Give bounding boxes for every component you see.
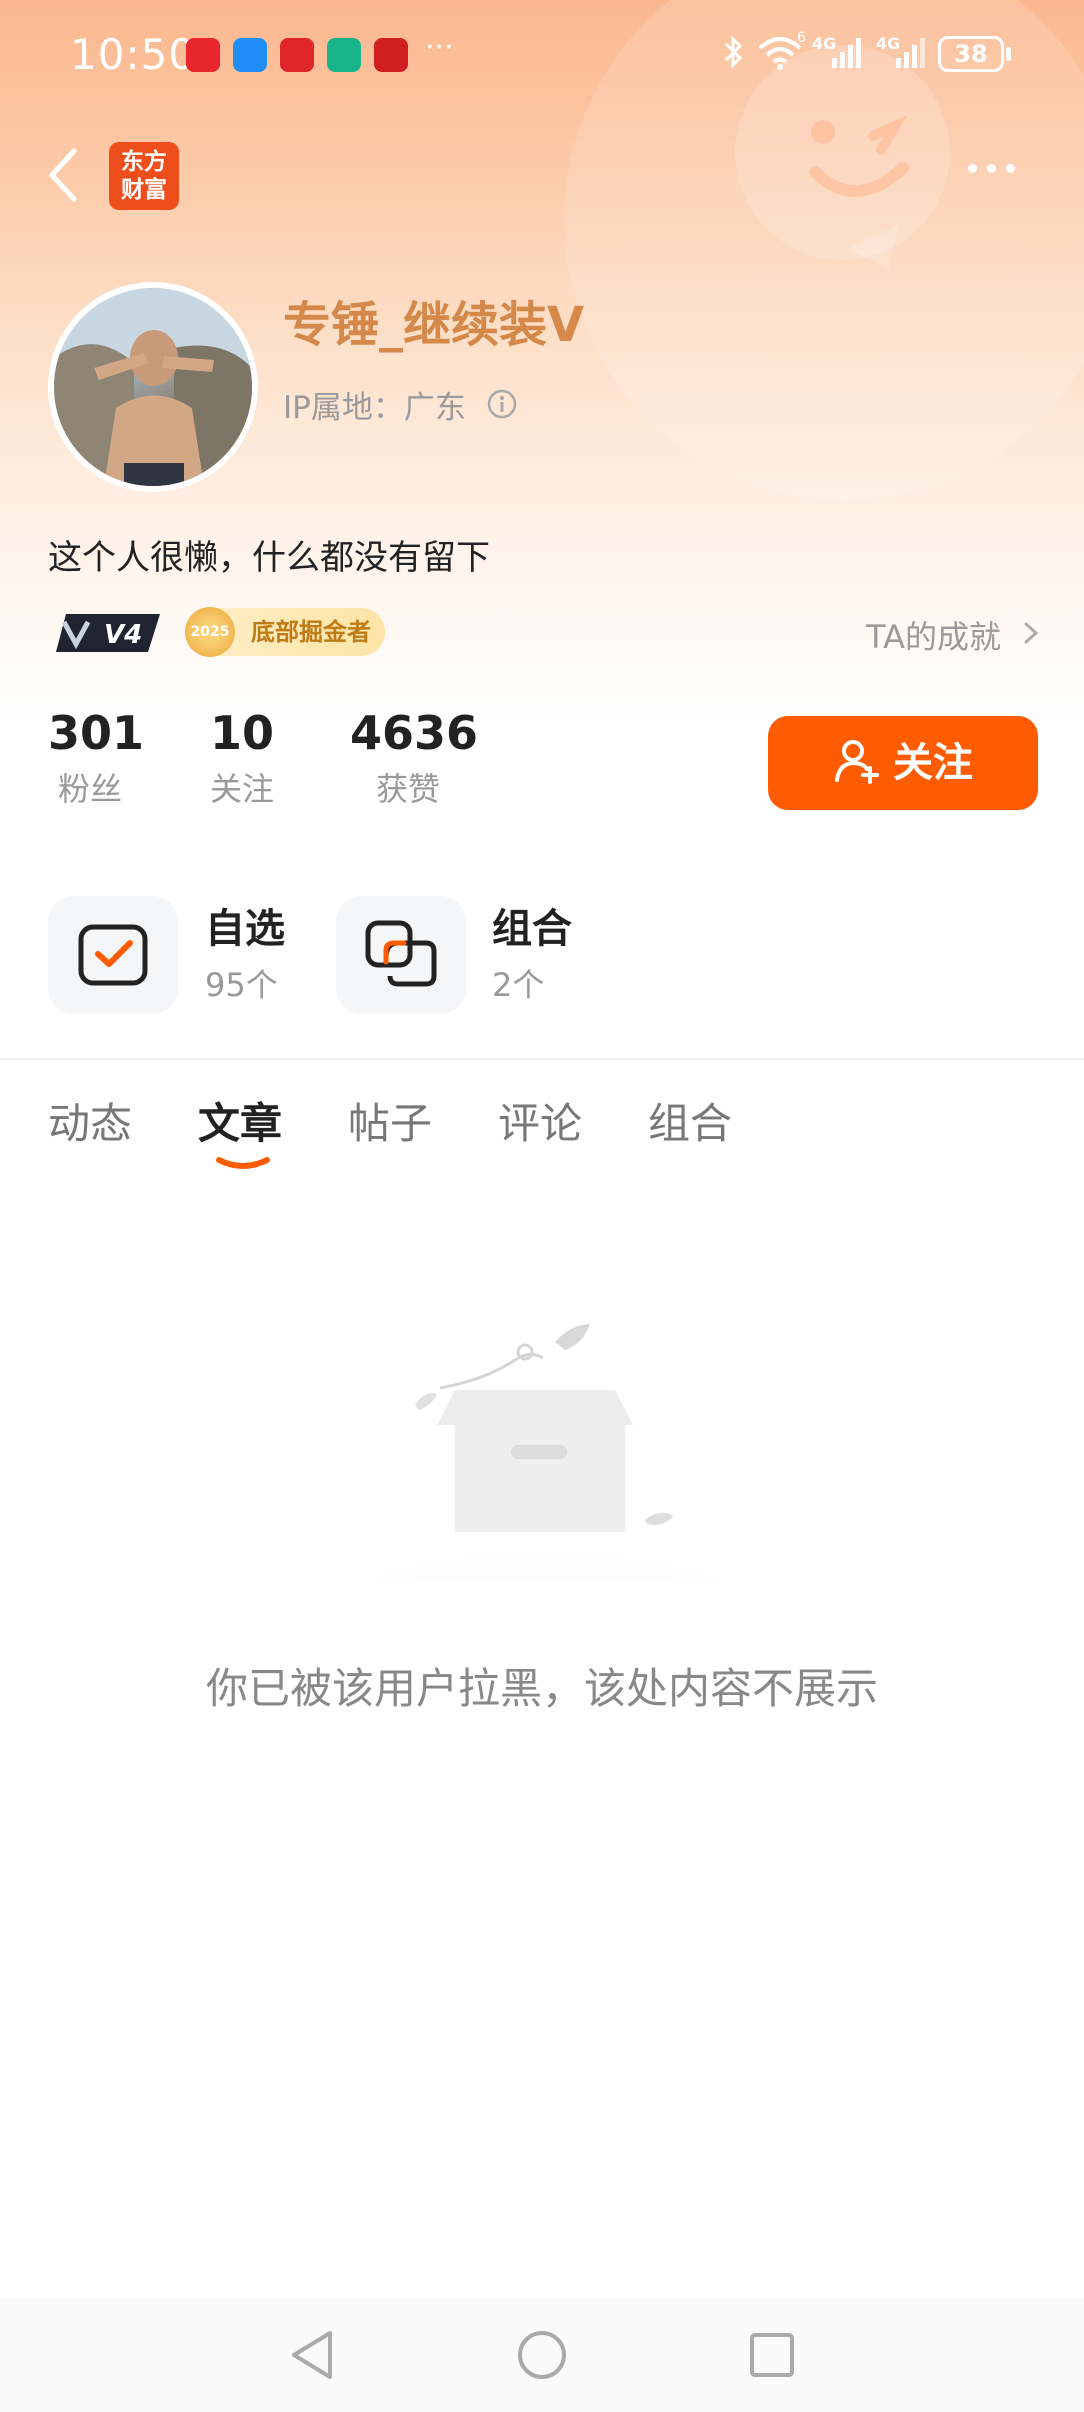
achievement-link[interactable]: TA的成就	[866, 612, 1001, 658]
notification-app-icon	[280, 38, 314, 72]
medal-icon: 2025	[185, 607, 235, 657]
more-dot	[987, 164, 996, 173]
status-bar: 10:50 ··· 6 4G 4G 38	[0, 0, 1084, 110]
nav-home-icon[interactable]	[512, 2325, 572, 2385]
notification-message-icon	[233, 38, 267, 72]
logo-text-top: 东方	[121, 149, 167, 175]
status-time: 10:50	[70, 30, 197, 79]
level-badge[interactable]: V4	[52, 610, 164, 656]
more-options-button[interactable]	[968, 158, 1038, 188]
stat-value: 10	[209, 706, 274, 760]
tab-posts[interactable]: 帖子	[348, 1090, 432, 1151]
portfolio-count: 2个	[492, 966, 545, 1004]
stat-likes[interactable]: 4636 获赞	[350, 705, 479, 813]
signal-icon	[832, 38, 861, 68]
bluetooth-icon	[724, 35, 743, 69]
info-icon[interactable]	[486, 388, 518, 420]
watchlist-tile[interactable]	[48, 896, 178, 1014]
portfolio-icon	[365, 920, 437, 987]
tab-portfolio[interactable]: 组合	[648, 1090, 732, 1151]
notification-app-icon	[186, 38, 220, 72]
battery-level: 38	[954, 40, 988, 68]
more-dot	[1006, 164, 1015, 173]
stat-label: 获赞	[375, 770, 440, 808]
honor-badge-label: 底部掘金者	[251, 618, 371, 646]
portfolio-title[interactable]: 组合	[492, 896, 572, 954]
app-logo: 东方 财富	[109, 142, 179, 210]
watchlist-title[interactable]: 自选	[205, 896, 285, 954]
notification-more: ···	[425, 30, 454, 65]
back-button[interactable]	[44, 145, 84, 205]
stat-label: 粉丝	[57, 770, 122, 808]
section-divider	[0, 1058, 1084, 1060]
battery-icon: 38	[938, 36, 1004, 72]
signal-icon	[896, 38, 925, 68]
battery-tip	[1006, 47, 1011, 61]
stat-value: 301	[48, 706, 145, 760]
nav-back-icon[interactable]	[282, 2325, 342, 2385]
tab-articles[interactable]: 文章	[198, 1090, 282, 1151]
level-badge-text: V4	[104, 620, 142, 650]
logo-text-bottom: 财富	[121, 177, 167, 203]
empty-box-illustration	[315, 1324, 775, 1580]
bio-text: 这个人很懒，什么都没有留下	[48, 538, 490, 578]
tab-dynamics[interactable]: 动态	[48, 1090, 132, 1151]
stat-fans[interactable]: 301 粉丝	[48, 705, 145, 813]
watchlist-icon	[78, 924, 148, 986]
add-user-icon	[835, 740, 879, 784]
ip-location: IP属地：广东	[283, 390, 466, 426]
more-dot	[968, 164, 977, 173]
avatar[interactable]	[48, 282, 258, 492]
stat-value: 4636	[350, 706, 479, 760]
notification-app-icon	[327, 38, 361, 72]
notification-app-icon	[374, 38, 408, 72]
empty-state-message: 你已被该用户拉黑，该处内容不展示	[205, 1664, 878, 1713]
active-tab-indicator	[216, 1157, 270, 1169]
avatar-image	[54, 288, 252, 486]
portfolio-tile[interactable]	[336, 896, 466, 1014]
username: 专锤_继续装V	[283, 297, 585, 353]
wifi-badge: 6	[797, 30, 806, 46]
stat-label: 关注	[209, 770, 274, 808]
smile-watermark-icon	[809, 114, 909, 198]
follow-button-label: 关注	[893, 740, 973, 786]
tab-comments[interactable]: 评论	[498, 1090, 582, 1151]
watchlist-count: 95个	[205, 966, 278, 1004]
stat-following[interactable]: 10 关注	[202, 705, 282, 813]
honor-badge[interactable]: 2025 底部掘金者	[185, 607, 385, 657]
chevron-right-icon	[1024, 622, 1039, 644]
nav-recents-icon[interactable]	[742, 2325, 802, 2385]
follow-button[interactable]: 关注	[768, 716, 1038, 810]
